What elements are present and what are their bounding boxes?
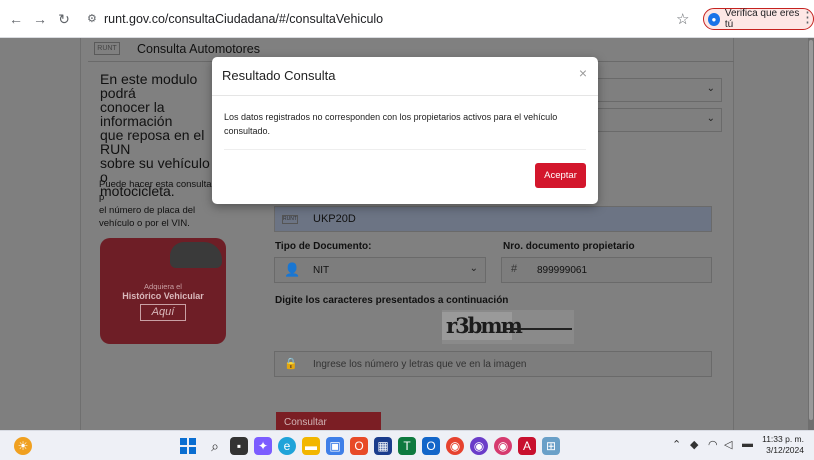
- side-line: vehículo o por el VIN.: [99, 218, 190, 229]
- forward-arrow-icon[interactable]: →: [32, 11, 48, 27]
- promo-aqui-button[interactable]: Aquí: [140, 304, 186, 321]
- chrome-profile-icon[interactable]: ◉: [470, 437, 488, 455]
- store-icon[interactable]: ▣: [326, 437, 344, 455]
- chrome-icon[interactable]: ◉: [446, 437, 464, 455]
- start-menu-icon[interactable]: [180, 438, 196, 454]
- captcha-placeholder: Ingrese los número y letras que ve en la…: [313, 359, 527, 370]
- captcha-image: r3bmm: [442, 310, 574, 344]
- side-line: el número de placa del: [99, 205, 196, 216]
- intro-line: En este modulo podrá: [100, 71, 198, 101]
- clock-time: 11:33 p. m.: [762, 434, 804, 444]
- captcha-strike-line: [504, 328, 572, 330]
- verify-label: Verifica que eres tú: [724, 8, 800, 30]
- historico-promo-card[interactable]: Adquiera el Histórico Vehicular Aquí: [100, 238, 226, 344]
- back-arrow-icon[interactable]: ←: [8, 11, 24, 27]
- profile-icon: ●: [708, 12, 720, 26]
- promo-line-2: Histórico Vehicular: [122, 291, 204, 301]
- modal-message: Los datos registrados no corresponden co…: [224, 112, 558, 136]
- app-icon[interactable]: ▦: [374, 437, 392, 455]
- car-image: [170, 242, 222, 268]
- browser-menu-icon[interactable]: ⋮: [800, 10, 814, 26]
- copilot-icon[interactable]: ✦: [254, 437, 272, 455]
- clock-date: 3/12/2024: [766, 445, 804, 455]
- lock-icon: 🔒: [284, 358, 298, 370]
- consultar-button[interactable]: Consultar Información: [276, 412, 381, 430]
- chevron-down-icon: ⌄: [706, 83, 715, 94]
- chevron-down-icon: ⌄: [469, 263, 478, 274]
- person-icon: 👤: [284, 262, 301, 277]
- side-help-text: Puede hacer esta consulta p el número de…: [99, 178, 219, 230]
- chevron-down-icon: ⌄: [706, 113, 715, 124]
- modal-divider: [224, 149, 586, 150]
- dropdown-1[interactable]: ⌄: [580, 78, 722, 102]
- outlook-icon[interactable]: O: [422, 437, 440, 455]
- scroll-thumb[interactable]: [809, 40, 813, 420]
- page-scrollbar[interactable]: [808, 38, 814, 430]
- site-settings-icon[interactable]: ⚙: [87, 13, 99, 25]
- intro-line: conocer la información: [100, 99, 173, 129]
- captcha-text: r3bmm: [442, 312, 523, 340]
- modal-divider: [212, 95, 598, 96]
- plate-value: UKP20D: [313, 213, 356, 225]
- plate-field[interactable]: RUNT UKP20D: [274, 206, 712, 232]
- dropdown-2[interactable]: ⌄: [580, 108, 722, 132]
- runt-logo: RUNT: [94, 42, 120, 55]
- chrome-profile-2-icon[interactable]: ◉: [494, 437, 512, 455]
- doc-type-select[interactable]: 👤 NIT ⌄: [274, 257, 486, 283]
- doc-number-field[interactable]: # 899999061: [501, 257, 712, 283]
- captcha-input[interactable]: 🔒 Ingrese los número y letras que ve en …: [274, 351, 712, 377]
- captcha-label: Digite los caracteres presentados a cont…: [275, 295, 509, 306]
- wifi-icon[interactable]: ◠: [708, 438, 718, 451]
- network-app-icon[interactable]: ⊞: [542, 437, 560, 455]
- bookmark-star-icon[interactable]: ☆: [676, 10, 689, 28]
- system-clock[interactable]: 11:33 p. m. 3/12/2024: [762, 434, 804, 456]
- intro-line: que reposa en el RUN: [100, 127, 205, 157]
- tray-app-icon[interactable]: ◆: [690, 438, 698, 451]
- windows-taskbar: ☀ ⌕ ▪ ✦ e ▬ ▣ O ▦ T O ◉ ◉ ◉ A ⊞ ⌃ ◆ ◠ ◁ …: [0, 430, 814, 460]
- page-title: Consulta Automotores: [137, 42, 260, 56]
- address-bar[interactable]: runt.gov.co/consultaCiudadana/#/consulta…: [104, 12, 383, 26]
- modal-title: Resultado Consulta: [222, 68, 336, 83]
- teams-icon[interactable]: T: [398, 437, 416, 455]
- search-icon[interactable]: ⌕: [206, 437, 224, 455]
- office-icon[interactable]: O: [350, 437, 368, 455]
- side-line: Puede hacer esta consulta p: [99, 179, 212, 203]
- close-icon[interactable]: ×: [579, 65, 587, 81]
- doc-type-label: Tipo de Documento:: [275, 241, 372, 252]
- promo-line-1: Adquiera el: [144, 282, 182, 291]
- battery-icon[interactable]: ▬: [742, 438, 753, 450]
- acrobat-icon[interactable]: A: [518, 437, 536, 455]
- hash-icon: #: [511, 263, 518, 275]
- reload-icon[interactable]: ↻: [56, 11, 72, 27]
- doc-number-label: Nro. documento propietario: [503, 241, 635, 252]
- browser-toolbar: ← → ↻ ⚙ runt.gov.co/consultaCiudadana/#/…: [0, 0, 814, 38]
- verify-profile-button[interactable]: ● Verifica que eres tú: [703, 8, 814, 30]
- volume-icon[interactable]: ◁: [724, 438, 732, 451]
- plate-tag-icon: RUNT: [282, 215, 298, 224]
- widgets-icon[interactable]: ☀: [14, 437, 32, 455]
- tray-chevron-icon[interactable]: ⌃: [672, 438, 681, 451]
- result-modal: Resultado Consulta × Los datos registrad…: [212, 57, 598, 204]
- accept-button[interactable]: Aceptar: [535, 163, 586, 188]
- task-view-icon[interactable]: ▪: [230, 437, 248, 455]
- file-explorer-icon[interactable]: ▬: [302, 437, 320, 455]
- edge-icon[interactable]: e: [278, 437, 296, 455]
- doc-number-value: 899999061: [537, 265, 588, 276]
- doc-type-value: NIT: [313, 265, 330, 276]
